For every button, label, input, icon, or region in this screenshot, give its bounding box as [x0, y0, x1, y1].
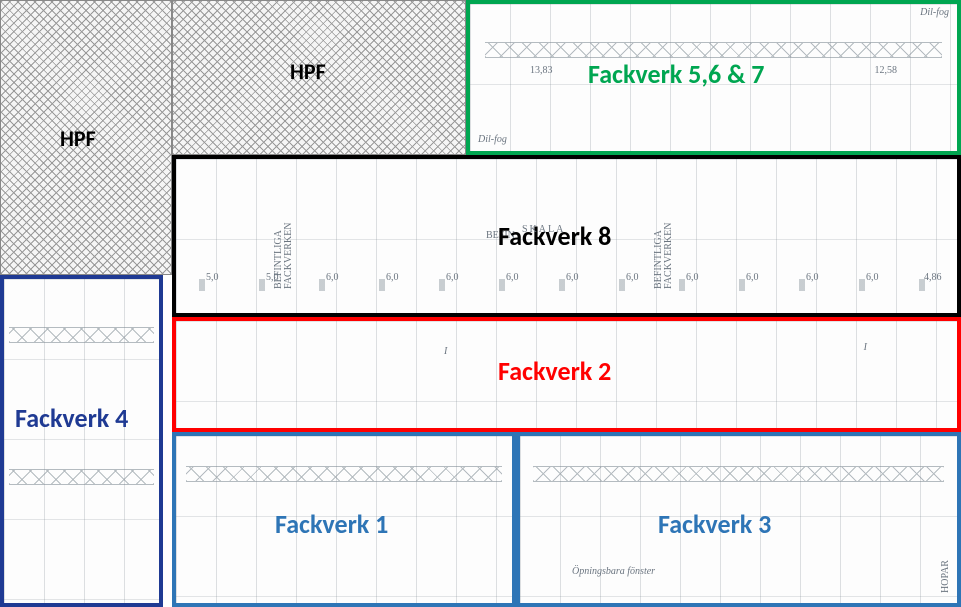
note-dilfog-top: Dil-fog	[478, 135, 507, 145]
region-fackverk-8: BEFINTLIGA FACKVERKEN BEFIN BEFINTLIGA F…	[172, 155, 961, 317]
dim-8-0: 5,0	[206, 273, 219, 283]
region-fackverk-567: 13,83 12,58 Dil-fog Dil-fog	[466, 0, 961, 155]
dim-8-10: 6,0	[806, 273, 819, 283]
diagram-stage: HPF HPF 13,83 12,58 Dil-fog Dil-fog Fack…	[0, 0, 961, 607]
dim-567-2: 12,58	[875, 66, 898, 76]
region-fackverk-3: Öpningsbara fönster HOPAR	[516, 432, 961, 607]
note-dilfog-right: Dil-fog	[920, 8, 949, 18]
dim-8-1: 5,0	[266, 273, 279, 283]
dim-8-4: 6,0	[446, 273, 459, 283]
dim-8-2: 6,0	[326, 273, 339, 283]
region-fackverk-2: I I	[172, 317, 961, 432]
dim-8-7: 6,0	[626, 273, 639, 283]
dim-8-9: 6,0	[746, 273, 759, 283]
dim-8-5: 6,0	[506, 273, 519, 283]
region-fackverk-1	[172, 432, 516, 607]
mark-2-b: I	[864, 343, 867, 353]
region-fackverk-4	[0, 275, 163, 607]
mark-2-a: I	[444, 347, 447, 359]
dim-8-8: 6,0	[686, 273, 699, 283]
note-hopar: HOPAR	[941, 543, 951, 593]
dim-8-3: 6,0	[386, 273, 399, 283]
note-skala: SKALA	[522, 225, 565, 235]
region-hpf-left	[0, 0, 172, 275]
dim-8-11: 6,0	[866, 273, 879, 283]
dim-567-1: 13,83	[530, 66, 553, 76]
dim-8-6: 6,0	[566, 273, 579, 283]
note-befintliga-center: BEFIN	[486, 231, 515, 241]
region-hpf-right	[172, 0, 466, 155]
note-opningsbara: Öpningsbara fönster	[572, 567, 655, 577]
note-befintliga-right: BEFINTLIGA FACKVERKEN	[654, 179, 674, 289]
dim-8-12: 4,86	[924, 273, 942, 283]
